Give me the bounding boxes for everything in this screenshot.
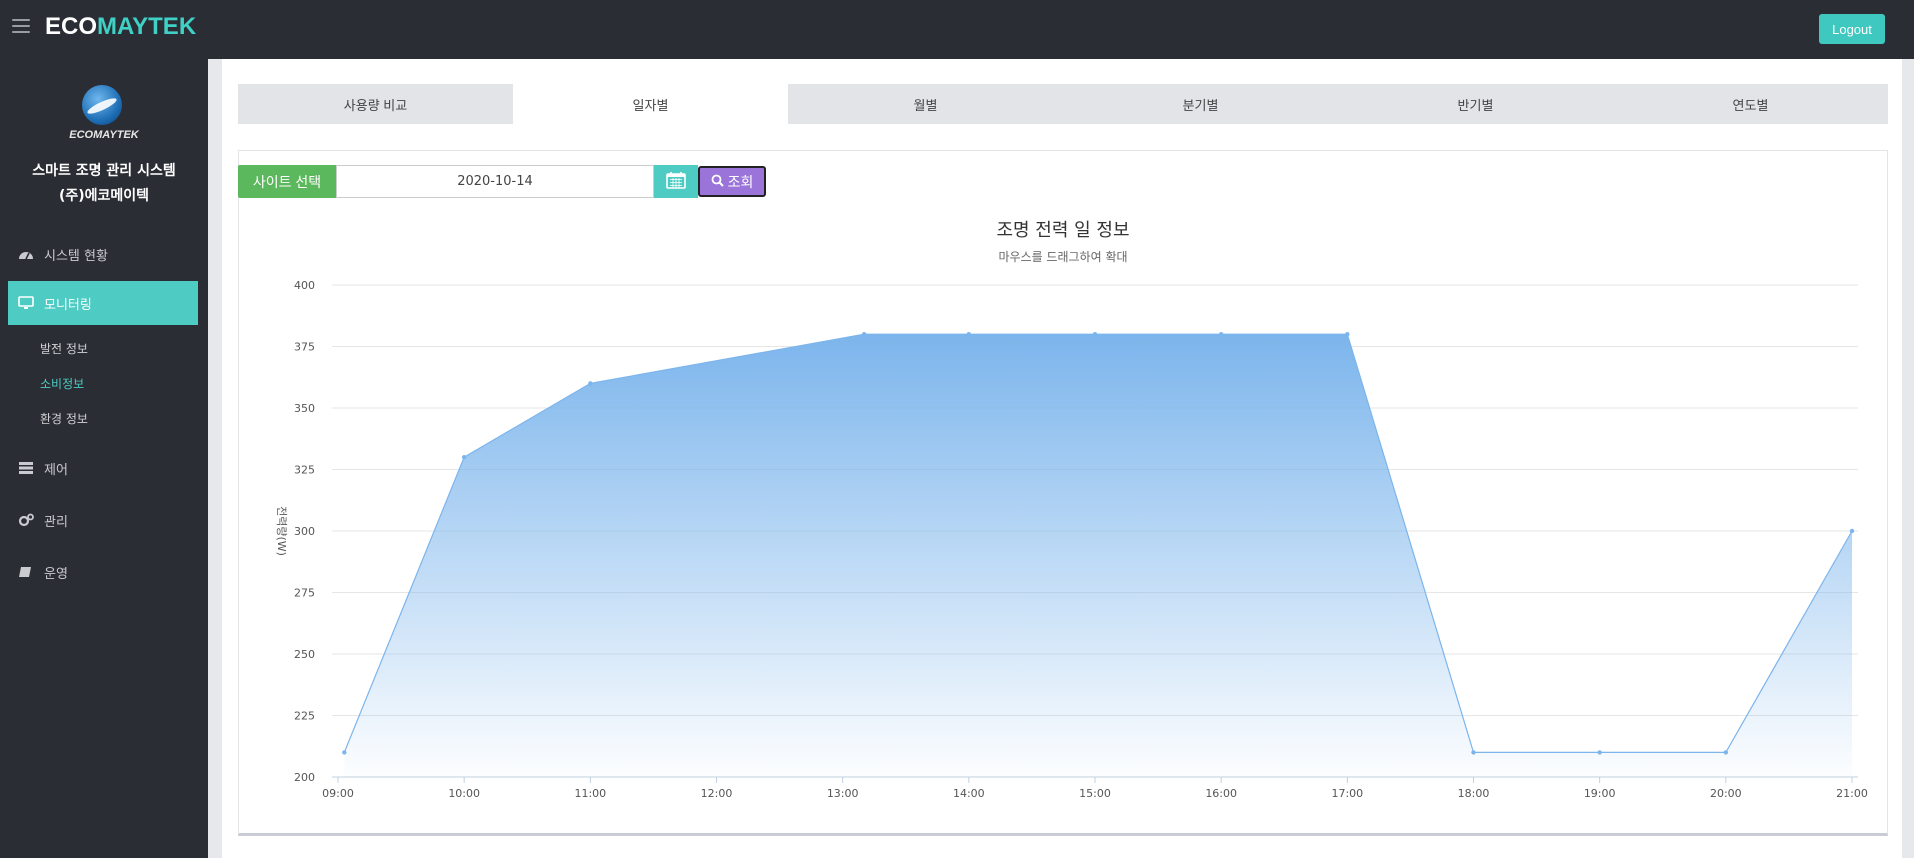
brand-part-maytek: MAYTEK — [97, 13, 197, 40]
y-tick-label: 225 — [294, 710, 315, 723]
dashboard-icon — [18, 247, 34, 261]
sidebar-item-monitoring[interactable]: 모니터링 — [8, 281, 198, 325]
data-point[interactable] — [966, 332, 972, 337]
x-tick-label: 20:00 — [1710, 787, 1742, 800]
tab-daily[interactable]: 일자별 — [513, 84, 788, 124]
sidebar-item-label: 제어 — [44, 462, 68, 478]
data-point[interactable] — [342, 750, 347, 755]
y-tick-label: 400 — [294, 279, 315, 292]
monitor-icon — [18, 296, 34, 310]
consumption-area-chart[interactable]: 조명 전력 일 정보마우스를 드래그하여 확대 200 225 250 275 300 32… — [238, 205, 1888, 825]
period-tabs: 사용량 비교 일자별 월별 분기별 반기별 연도별 — [238, 84, 1888, 124]
x-tick-label: 09:00 — [322, 787, 354, 800]
tab-monthly[interactable]: 월별 — [788, 84, 1063, 124]
series-area — [344, 334, 1852, 777]
brand-part-eco: ECO — [45, 13, 98, 40]
sidebar-subitem-environment[interactable]: 환경 정보 — [40, 410, 88, 427]
logout-button[interactable]: Logout — [1819, 14, 1885, 44]
sidebar-item-label: 운영 — [44, 566, 68, 582]
sidebar-item-management[interactable]: 관리 — [8, 498, 198, 542]
sidebar: ECOMAYTEK 스마트 조명 관리 시스템 (주)에코메이텍 시스템 현황 … — [0, 59, 208, 858]
data-point[interactable] — [1345, 332, 1350, 337]
x-tick-label: 12:00 — [701, 787, 733, 800]
y-tick-label: 200 — [294, 771, 315, 784]
sidebar-item-label: 관리 — [44, 514, 68, 530]
tab-quarterly[interactable]: 분기별 — [1063, 84, 1338, 124]
sidebar-item-system-status[interactable]: 시스템 현황 — [8, 232, 198, 276]
x-tick-label: 11:00 — [574, 787, 606, 800]
x-tick-label: 13:00 — [827, 787, 859, 800]
search-button-label: 조회 — [727, 173, 754, 190]
brand-logo[interactable]: ECOMAYTEK — [45, 13, 196, 41]
top-bar: ECOMAYTEK Logout — [0, 0, 1914, 59]
company-name: (주)에코메이텍 — [58, 188, 150, 204]
search-icon — [711, 174, 724, 190]
company-logo-text: ECOMAYTEK — [69, 129, 139, 141]
control-icon — [18, 461, 34, 475]
chart-subtitle: 마우스를 드래그하여 확대 — [998, 250, 1127, 264]
data-point[interactable] — [1471, 750, 1476, 755]
x-tick-label: 18:00 — [1458, 787, 1490, 800]
y-tick-label: 350 — [294, 402, 315, 415]
tab-half-yearly[interactable]: 반기별 — [1338, 84, 1613, 124]
chart-title: 조명 전력 일 정보 — [996, 220, 1129, 241]
y-tick-label: 300 — [294, 525, 315, 538]
data-point[interactable] — [1092, 332, 1098, 337]
gears-icon — [18, 513, 34, 527]
y-tick-label: 375 — [294, 341, 315, 354]
data-point[interactable] — [1849, 528, 1855, 534]
data-point[interactable] — [1218, 332, 1224, 337]
sidebar-item-label: 시스템 현황 — [44, 248, 108, 264]
sidebar-item-control[interactable]: 제어 — [8, 446, 198, 490]
data-point[interactable] — [461, 455, 467, 460]
sidebar-item-operation[interactable]: 운영 — [8, 550, 198, 594]
x-tick-label: 17:00 — [1331, 787, 1363, 800]
system-title: 스마트 조명 관리 시스템 — [32, 163, 176, 179]
x-tick-label: 21:00 — [1836, 787, 1868, 800]
sidebar-subitem-consumption[interactable]: 소비정보 — [40, 375, 84, 392]
book-icon — [18, 565, 34, 579]
site-select-button[interactable]: 사이트 선택 — [238, 165, 336, 198]
date-input[interactable] — [336, 165, 654, 198]
company-logo-icon — [82, 85, 122, 125]
tab-usage-compare[interactable]: 사용량 비교 — [238, 84, 513, 124]
data-point[interactable] — [1597, 750, 1602, 755]
x-tick-label: 10:00 — [448, 787, 480, 800]
x-tick-label: 14:00 — [953, 787, 985, 800]
x-tick-label: 19:00 — [1584, 787, 1616, 800]
calendar-icon — [666, 171, 686, 192]
tab-yearly[interactable]: 연도별 — [1613, 84, 1888, 124]
x-tick-label: 16:00 — [1205, 787, 1237, 800]
sidebar-subitem-generation[interactable]: 발전 정보 — [40, 340, 88, 357]
data-point[interactable] — [1723, 750, 1729, 755]
y-tick-label: 250 — [294, 648, 315, 661]
x-tick-label: 15:00 — [1079, 787, 1111, 800]
data-point[interactable] — [588, 381, 593, 386]
calendar-button[interactable] — [654, 165, 698, 198]
y-tick-label: 325 — [294, 464, 315, 477]
y-axis-label: 전력량(W) — [275, 506, 288, 556]
menu-icon[interactable] — [12, 19, 30, 35]
search-button[interactable]: 조회 — [698, 166, 766, 197]
data-point[interactable] — [861, 332, 867, 337]
sidebar-item-label: 모니터링 — [44, 297, 92, 313]
y-tick-label: 275 — [294, 587, 315, 600]
